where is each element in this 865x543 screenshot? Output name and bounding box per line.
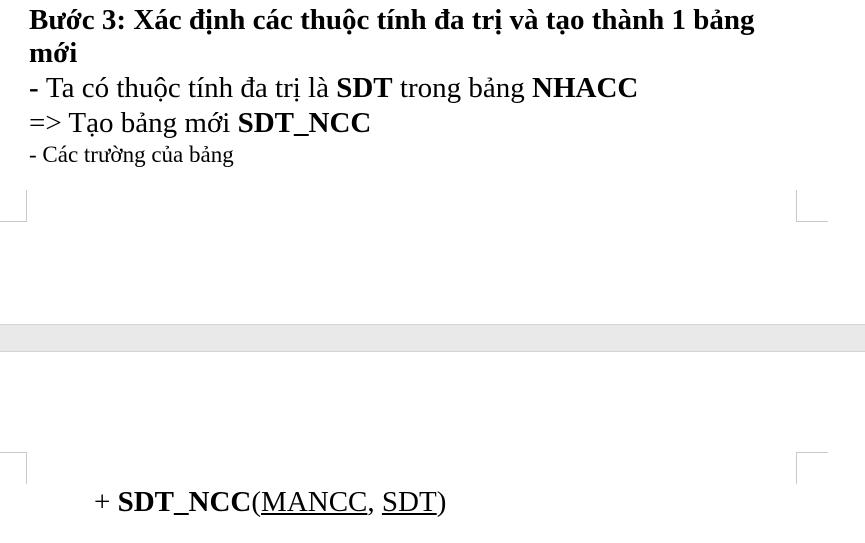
page-separator bbox=[0, 324, 865, 352]
fields-line: - Các trường của bảng bbox=[29, 142, 234, 167]
source-table-name: NHACC bbox=[532, 72, 639, 104]
margin-corner-bottom-right bbox=[796, 190, 828, 222]
schema-separator: , bbox=[367, 486, 382, 518]
new-table-line: => Tạo bảng mới SDT_NCC bbox=[29, 106, 371, 140]
new-table-name: SDT_NCC bbox=[237, 107, 372, 139]
schema-open-paren: ( bbox=[251, 486, 262, 518]
margin-corner-top-right bbox=[796, 452, 828, 484]
step-heading: Bước 3: Xác định các thuộc tính đa trị v… bbox=[29, 4, 755, 69]
attribute-name: SDT bbox=[336, 72, 393, 104]
multivalued-attribute-line: - Ta có thuộc tính đa trị là SDT trong b… bbox=[29, 71, 638, 105]
line1-text: Ta có thuộc tính đa trị là bbox=[45, 72, 337, 104]
margin-corner-bottom-left bbox=[0, 190, 27, 222]
schema-prefix: + bbox=[94, 486, 118, 518]
table-schema-line: + SDT_NCC(MANCC, SDT) bbox=[94, 485, 446, 519]
line1-middle: trong bảng bbox=[392, 72, 532, 104]
dash-prefix: - bbox=[29, 72, 46, 104]
line2-text: => Tạo bảng mới bbox=[29, 107, 238, 139]
document-page-top: Bước 3: Xác định các thuộc tính đa trị v… bbox=[0, 0, 865, 324]
schema-field-sdt: SDT bbox=[381, 486, 437, 518]
schema-table-name: SDT_NCC bbox=[117, 486, 252, 518]
schema-field-mancc: MANCC bbox=[261, 486, 368, 518]
schema-close-paren: ) bbox=[436, 486, 447, 518]
margin-corner-top-left bbox=[0, 452, 27, 484]
